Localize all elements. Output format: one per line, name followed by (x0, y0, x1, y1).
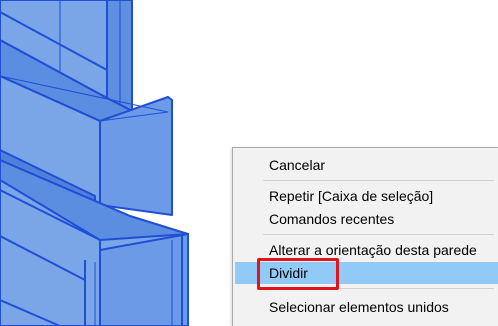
menu-separator (263, 180, 494, 181)
selected-wall-model[interactable] (0, 0, 189, 326)
annotation-highlight-box (257, 258, 339, 290)
context-menu: Cancelar Repetir [Caixa de seleção] Coma… (232, 147, 498, 326)
menu-separator (263, 234, 494, 235)
menu-item-comandos-recentes[interactable]: Comandos recentes (235, 208, 498, 230)
menu-item-cancelar[interactable]: Cancelar (235, 154, 498, 176)
menu-item-repetir[interactable]: Repetir [Caixa de seleção] (235, 185, 498, 207)
menu-item-selecionar-elementos-unidos[interactable]: Selecionar elementos unidos (235, 296, 498, 318)
